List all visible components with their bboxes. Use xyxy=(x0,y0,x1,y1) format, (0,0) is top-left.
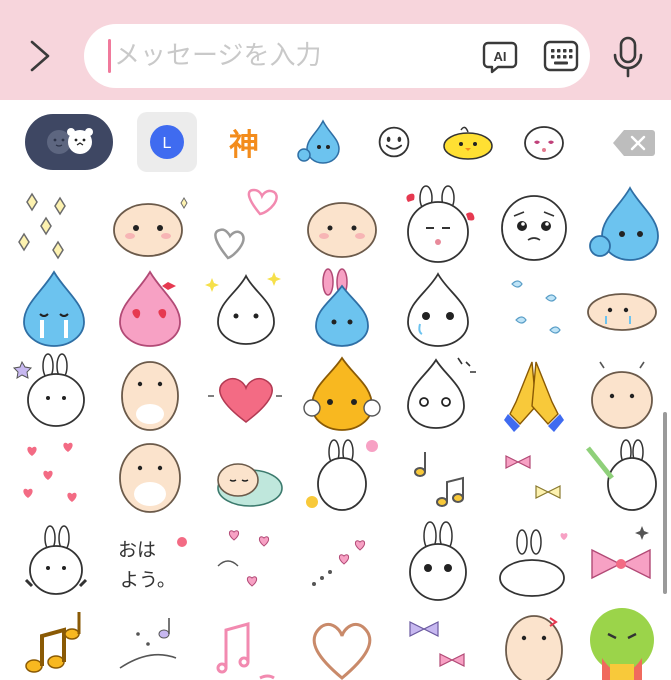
sticker-bunny-holding[interactable] xyxy=(6,520,102,604)
sticker-pink-notes[interactable] xyxy=(198,604,294,680)
sticker-yellow-drop-sweating[interactable] xyxy=(294,352,390,436)
sticker-ohayou-text[interactable]: おは よう。 xyxy=(102,520,198,604)
message-placeholder: メッセージを入力 xyxy=(114,41,322,71)
sticker-pink-bow[interactable] xyxy=(574,520,670,604)
sticker-water-drop-wink[interactable] xyxy=(574,184,670,268)
sticker-hamster-standing[interactable] xyxy=(102,352,198,436)
sticker-hamster-sleeping[interactable] xyxy=(198,436,294,520)
sticker-pleading-face[interactable] xyxy=(486,184,582,268)
sticker-music-notes[interactable] xyxy=(390,436,486,520)
rice-ball-face-icon xyxy=(524,126,564,160)
backspace-icon[interactable] xyxy=(612,128,656,158)
sticker-ribbons[interactable] xyxy=(486,436,582,520)
sticker-onion-drop-shock[interactable] xyxy=(390,352,486,436)
sticker-hamster-angry[interactable] xyxy=(486,604,582,680)
sticker-bunny-tears[interactable] xyxy=(390,520,486,604)
sticker-falling-tears[interactable] xyxy=(486,268,582,352)
sticker-drop-bunny-ears[interactable] xyxy=(294,268,390,352)
sticker-pink-drop-heart-eyes[interactable] xyxy=(102,268,198,352)
sticker-hamster-surprised[interactable] xyxy=(574,352,670,436)
text-caret xyxy=(108,39,111,73)
sticker-dotted-hearts[interactable] xyxy=(294,520,390,604)
microphone-icon[interactable] xyxy=(612,36,644,78)
sticker-bunny-kiss[interactable] xyxy=(390,184,486,268)
keyboard-icon[interactable] xyxy=(542,38,580,74)
ohayou-line-2: よう。 xyxy=(120,569,176,591)
smiley-icon xyxy=(378,126,410,158)
sticker-golden-notes[interactable] xyxy=(6,604,102,680)
sticker-swoosh-notes[interactable] xyxy=(102,604,198,680)
sticker-bunny-flowers[interactable] xyxy=(294,436,390,520)
sticker-bunny-lying[interactable] xyxy=(486,520,582,604)
ai-icon[interactable]: AI xyxy=(482,38,518,74)
sticker-hamster-lying[interactable] xyxy=(574,268,670,352)
sticker-pink-heart[interactable] xyxy=(198,352,294,436)
face-toggle-icon[interactable] xyxy=(25,114,113,170)
kanji-sticker-icon: 神 xyxy=(229,128,259,163)
message-input-bar: メッセージを入力 AI xyxy=(0,0,671,100)
tab-recent[interactable]: L xyxy=(137,112,197,172)
sticker-purple-ribbons[interactable] xyxy=(390,604,486,680)
tab-kanji[interactable]: 神 xyxy=(214,112,274,172)
tab-chick[interactable] xyxy=(438,112,498,172)
ohayou-line-1: おは xyxy=(118,539,156,561)
recent-clock-icon: L xyxy=(150,125,184,159)
scrollbar[interactable] xyxy=(663,412,667,594)
sticker-small-hearts[interactable] xyxy=(6,436,102,520)
sticker-onion-drop-teary[interactable] xyxy=(390,268,486,352)
recent-label: L xyxy=(163,135,172,152)
sticker-folded-hands[interactable] xyxy=(486,352,582,436)
sticker-bunny-toothbrush[interactable] xyxy=(574,436,670,520)
sticker-bunny-star[interactable] xyxy=(6,352,102,436)
tab-rice-ball[interactable] xyxy=(514,112,574,172)
sticker-sparkle-diamonds[interactable] xyxy=(6,184,102,268)
sticker-category-tabs: L 神 xyxy=(0,100,671,184)
sticker-hamster-face[interactable] xyxy=(102,184,198,268)
water-drop-character-icon xyxy=(297,119,340,164)
chevron-right-icon[interactable] xyxy=(22,38,58,74)
sticker-hearts-swirl[interactable] xyxy=(198,520,294,604)
sticker-onion-drop-sparkle[interactable] xyxy=(198,268,294,352)
tab-water-drop[interactable] xyxy=(288,112,348,172)
message-input[interactable]: メッセージを入力 AI xyxy=(84,24,590,88)
tab-smiley[interactable] xyxy=(364,112,424,172)
sticker-hamster-sitting[interactable] xyxy=(102,436,198,520)
yellow-chick-icon xyxy=(443,126,493,160)
sticker-hamster-smile[interactable] xyxy=(294,184,390,268)
ai-label: AI xyxy=(494,49,507,64)
sticker-water-drop-crying[interactable] xyxy=(6,268,102,352)
sticker-outline-heart[interactable] xyxy=(294,604,390,680)
sticker-two-hearts[interactable] xyxy=(198,184,294,268)
sticker-grid: おは よう。 xyxy=(0,184,671,680)
sticker-nauseated-face[interactable] xyxy=(574,604,670,680)
